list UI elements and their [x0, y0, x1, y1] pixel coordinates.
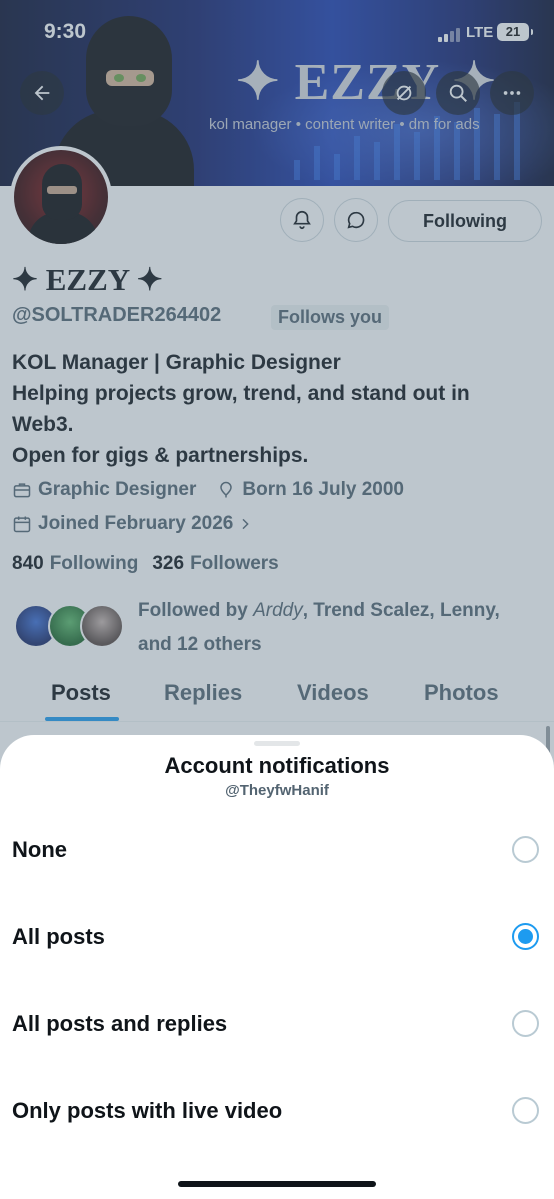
- radio-button[interactable]: [512, 836, 539, 863]
- sheet-subtitle: @TheyfwHanif: [225, 782, 329, 799]
- option-all-posts[interactable]: All posts: [0, 907, 554, 967]
- account-notifications-sheet: Account notifications @TheyfwHanif None …: [0, 735, 554, 1199]
- option-label: All posts: [12, 924, 105, 949]
- option-live-video[interactable]: Only posts with live video: [0, 1081, 554, 1141]
- option-none[interactable]: None: [0, 820, 554, 880]
- home-indicator[interactable]: [178, 1181, 376, 1187]
- sheet-title: Account notifications: [164, 753, 390, 778]
- sheet-grabber[interactable]: [254, 741, 300, 746]
- option-label: None: [12, 837, 67, 862]
- radio-button[interactable]: [512, 1010, 539, 1037]
- option-label: All posts and replies: [12, 1011, 228, 1036]
- radio-button[interactable]: [512, 1097, 539, 1124]
- radio-button-selected[interactable]: [512, 923, 539, 950]
- option-label: Only posts with live video: [12, 1098, 283, 1123]
- option-all-posts-and-replies[interactable]: All posts and replies: [0, 994, 554, 1054]
